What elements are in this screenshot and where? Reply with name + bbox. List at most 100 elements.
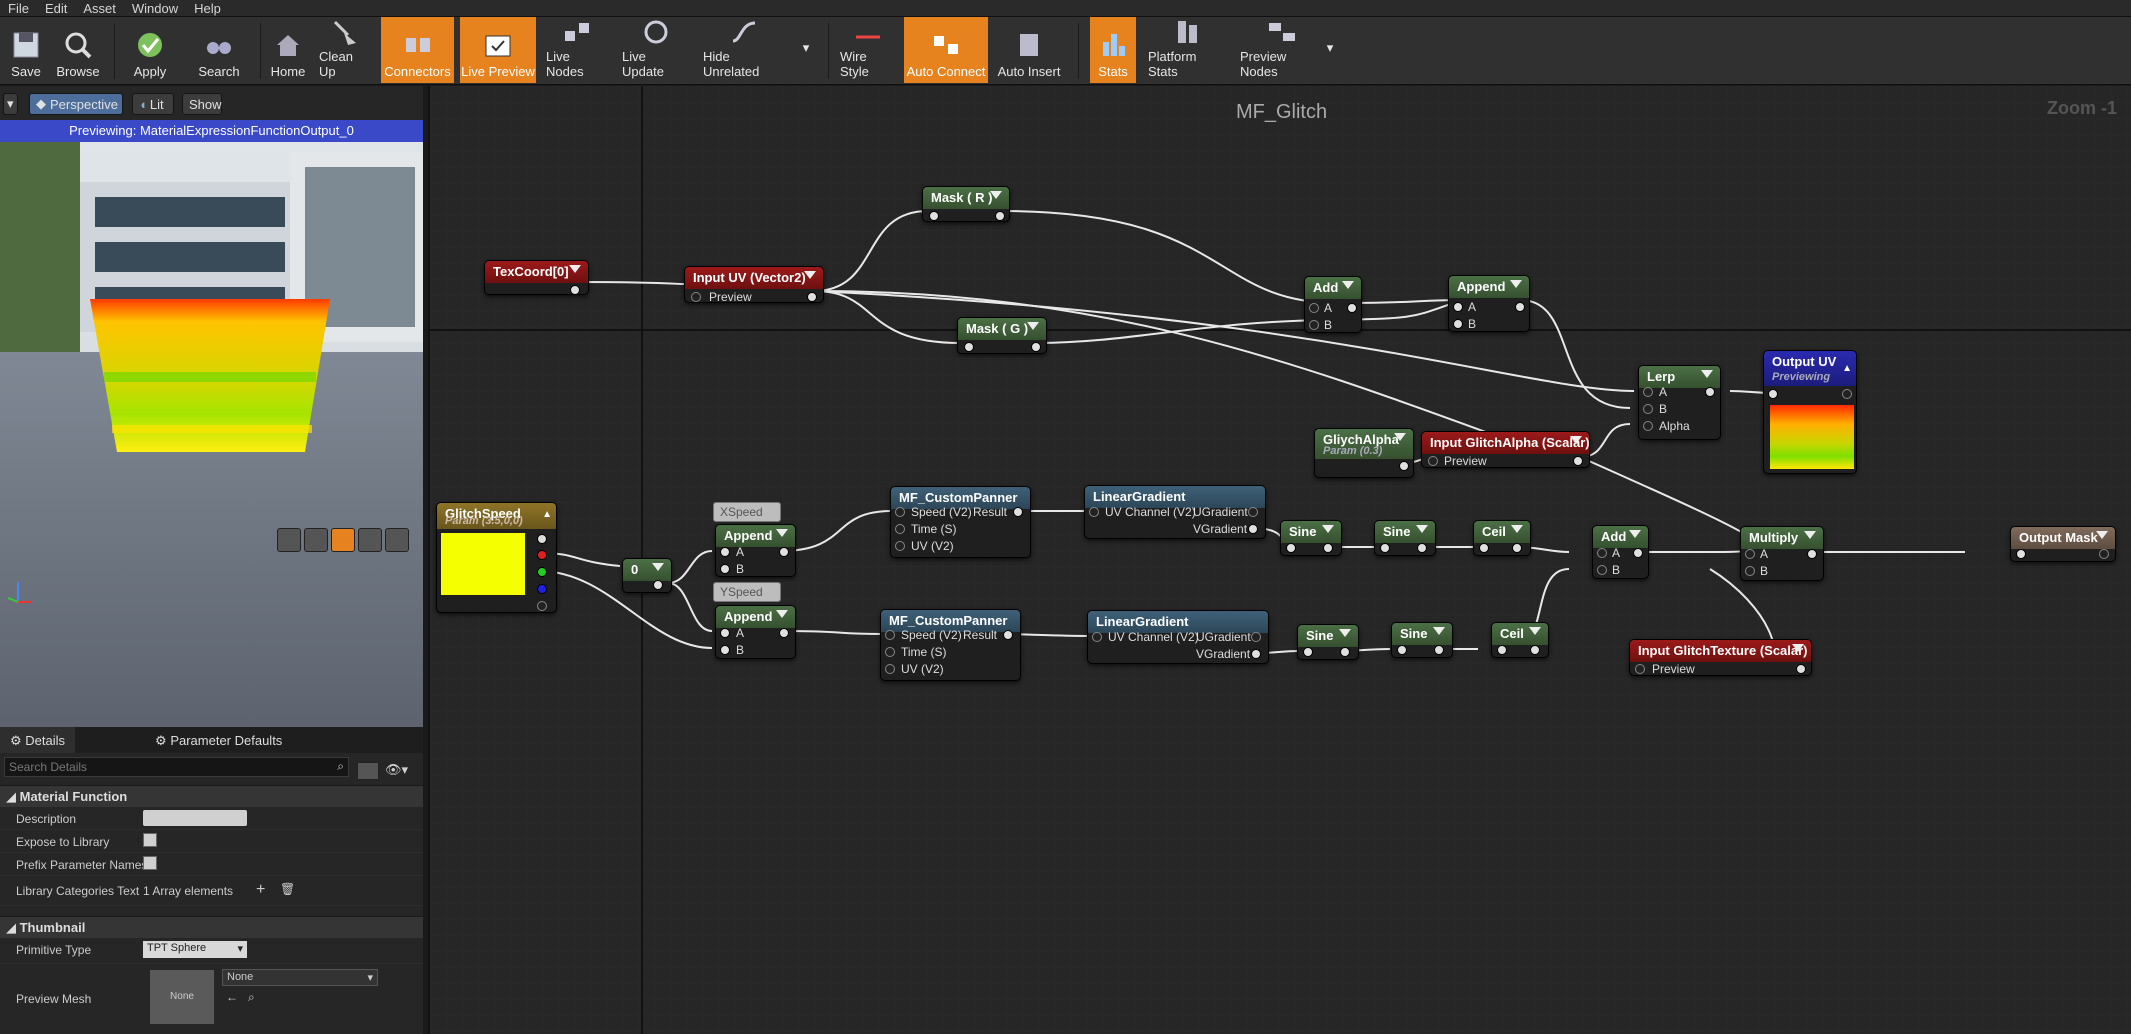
node-sine-x2[interactable]: Sine <box>1374 520 1436 556</box>
plane-shape-button[interactable] <box>331 528 355 552</box>
menu-edit[interactable]: Edit <box>37 1 75 16</box>
preview-viewport[interactable] <box>0 142 423 812</box>
node-glitch-speed-param[interactable]: GlitchSpeed Param (3.5,0,0) ▲ <box>436 502 557 613</box>
sphere-shape-button[interactable] <box>304 528 328 552</box>
output-pin[interactable] <box>1434 645 1444 655</box>
menu-file[interactable]: File <box>0 1 37 16</box>
node-output-uv[interactable]: Output UV Previewing ▲ <box>1763 350 1857 474</box>
tab-details[interactable]: ⚙ Details <box>0 727 76 753</box>
output-pin[interactable] <box>1347 303 1357 313</box>
comment-xspeed[interactable]: XSpeed <box>713 502 781 522</box>
output-pin-r[interactable] <box>537 550 547 560</box>
save-button[interactable]: Save <box>6 17 46 83</box>
toolbar-dropdown[interactable]: ▾ <box>796 17 816 83</box>
eye-icon[interactable]: 👁▾ <box>385 762 408 778</box>
input-pin[interactable] <box>2016 549 2026 559</box>
node-sine-y1[interactable]: Sine <box>1297 624 1359 660</box>
input-pin-a[interactable] <box>1745 549 1755 559</box>
output-pin-a[interactable] <box>537 601 547 611</box>
input-pin-alpha[interactable] <box>1643 421 1653 431</box>
live-preview-toggle[interactable]: Live Preview <box>460 17 536 83</box>
auto-insert-button[interactable]: Auto Insert <box>997 17 1061 83</box>
input-pin-b[interactable] <box>720 564 730 574</box>
output-pin-vgradient[interactable] <box>1248 524 1258 534</box>
input-pin[interactable] <box>1635 664 1645 674</box>
arrow-left-icon[interactable]: ← <box>226 990 238 1004</box>
output-pin[interactable] <box>1573 456 1583 466</box>
output-pin[interactable] <box>807 292 817 302</box>
input-pin-b[interactable] <box>1453 319 1463 329</box>
input-pin-time[interactable] <box>895 524 905 534</box>
hide-unrelated-button[interactable]: Hide Unrelated <box>703 17 785 83</box>
details-search-input[interactable]: Search Details ⌕ <box>4 757 349 777</box>
node-append-xspeed[interactable]: Append A B <box>715 524 796 577</box>
node-custom-panner-y[interactable]: MF_CustomPanner Speed (V2) Result Time (… <box>880 609 1021 681</box>
node-input-uv[interactable]: Input UV (Vector2) Preview <box>684 266 824 304</box>
node-lerp[interactable]: Lerp A B Alpha <box>1638 365 1721 440</box>
material-graph[interactable]: MF_Glitch Zoom -1 TexCoord[0] Input UV (… <box>428 86 2131 1034</box>
node-glitch-alpha-param[interactable]: GliychAlpha Param (0.3) <box>1314 428 1414 478</box>
output-pin[interactable] <box>570 285 580 295</box>
node-mask-r[interactable]: Mask ( R ) <box>922 186 1010 222</box>
input-pin[interactable] <box>1428 456 1438 466</box>
output-pin[interactable] <box>779 628 789 638</box>
collapse-icon[interactable]: ▲ <box>542 509 552 520</box>
menu-help[interactable]: Help <box>186 1 229 16</box>
input-pin-a[interactable] <box>1643 387 1653 397</box>
primitive-type-select[interactable]: TPT Sphere ▾ <box>143 941 247 958</box>
perspective-button[interactable]: ◆ Perspective <box>29 93 123 115</box>
output-pin[interactable] <box>1807 549 1817 559</box>
node-append-yspeed[interactable]: Append A B <box>715 605 796 659</box>
input-pin[interactable] <box>691 292 701 302</box>
output-pin[interactable] <box>1515 302 1525 312</box>
custom-mesh-button[interactable] <box>385 528 409 552</box>
lit-button[interactable]: ◖ Lit <box>132 93 174 115</box>
output-pin[interactable] <box>1796 664 1806 674</box>
node-input-glitch-alpha[interactable]: Input GlitchAlpha (Scalar) Preview <box>1421 431 1590 468</box>
output-pin[interactable] <box>1340 647 1350 657</box>
node-linear-gradient-x[interactable]: LinearGradient UV Channel (V2) UGradient… <box>1084 485 1266 539</box>
input-pin-b[interactable] <box>1309 320 1319 330</box>
input-pin[interactable] <box>964 342 974 352</box>
node-texcoord[interactable]: TexCoord[0] <box>484 260 589 295</box>
output-pin-ugradient[interactable] <box>1248 507 1258 517</box>
menu-window[interactable]: Window <box>124 1 186 16</box>
output-pin[interactable] <box>1003 630 1013 640</box>
description-field[interactable] <box>143 810 247 826</box>
output-pin[interactable] <box>1323 543 1333 553</box>
home-button[interactable]: Home <box>270 17 306 83</box>
node-sine-y2[interactable]: Sine <box>1391 622 1453 658</box>
input-pin-speed[interactable] <box>885 630 895 640</box>
input-pin-b[interactable] <box>720 645 730 655</box>
node-constant-zero[interactable]: 0 <box>622 558 672 593</box>
viewport-options-button[interactable]: ▾ <box>3 93 18 115</box>
input-pin[interactable] <box>929 211 939 221</box>
prefix-checkbox[interactable] <box>143 856 157 870</box>
node-mask-g[interactable]: Mask ( G ) <box>957 317 1047 354</box>
input-pin[interactable] <box>1479 543 1489 553</box>
node-append-uv[interactable]: Append A B <box>1448 275 1530 332</box>
input-pin-uv-channel[interactable] <box>1092 632 1102 642</box>
input-pin[interactable] <box>1286 543 1296 553</box>
output-pin[interactable] <box>1512 543 1522 553</box>
browse-button[interactable]: Browse <box>55 17 101 83</box>
input-pin[interactable] <box>1397 645 1407 655</box>
output-pin-rgb[interactable] <box>537 534 547 544</box>
output-pin[interactable] <box>995 211 1005 221</box>
mesh-select[interactable]: None ▾ <box>222 969 378 986</box>
output-pin[interactable] <box>653 580 663 590</box>
output-pin[interactable] <box>1705 387 1715 397</box>
input-pin-uv[interactable] <box>895 541 905 551</box>
input-pin-a[interactable] <box>1597 548 1607 558</box>
input-pin-a[interactable] <box>720 628 730 638</box>
input-pin-uv[interactable] <box>885 664 895 674</box>
output-pin-vgradient[interactable] <box>1251 649 1261 659</box>
node-output-mask[interactable]: Output Mask <box>2010 526 2116 562</box>
output-pin[interactable] <box>1031 342 1041 352</box>
node-custom-panner-x[interactable]: MF_CustomPanner Speed (V2) Result Time (… <box>890 486 1031 558</box>
input-pin-b[interactable] <box>1745 566 1755 576</box>
input-pin-time[interactable] <box>885 647 895 657</box>
show-button[interactable]: Show <box>182 93 222 115</box>
collapse-icon[interactable]: ▲ <box>1842 363 1852 374</box>
input-pin-uv-channel[interactable] <box>1089 507 1099 517</box>
